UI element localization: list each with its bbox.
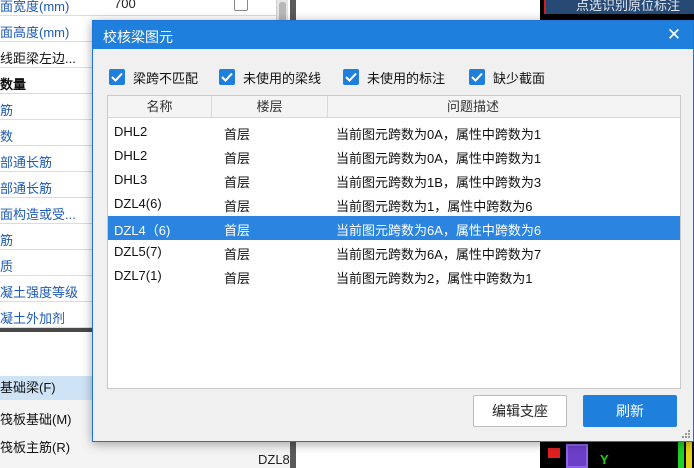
close-icon[interactable]: ✕: [663, 24, 685, 46]
property-row[interactable]: 面宽度(mm) 700: [0, 0, 285, 16]
property-name: 部通长筋: [0, 155, 53, 170]
refresh-button[interactable]: 刷新: [583, 395, 677, 427]
cell-floor: 首层: [224, 151, 251, 166]
cell-floor: 首层: [224, 247, 251, 262]
green-element: [678, 440, 684, 468]
issue-table: 名称 楼层 问题描述 DHL2 首层 当前图元跨数为0A，属性中跨数为1 DHL…: [107, 95, 681, 389]
cell-name: DZL7(1): [114, 268, 162, 283]
cell-name: DZL4（6): [114, 223, 171, 238]
cell-description: 当前图元跨数为0A，属性中跨数为1: [336, 151, 542, 166]
property-name: 线距梁左边...: [0, 51, 76, 66]
column-header-name[interactable]: 名称: [108, 96, 212, 118]
cell-description: 当前图元跨数为1B，属性中跨数为3: [336, 175, 542, 190]
table-row-selected[interactable]: DZL4（6) 首层 当前图元跨数为6A，属性中跨数为6: [108, 216, 680, 240]
property-name: 数量: [0, 77, 27, 92]
red-marker: [548, 448, 560, 458]
cell-name: DHL3: [114, 172, 148, 187]
property-name: 质: [0, 259, 14, 274]
resize-grip-icon[interactable]: [681, 429, 691, 439]
cell-floor: 首层: [224, 175, 251, 190]
column-header-description[interactable]: 问题描述: [328, 96, 618, 118]
property-name: 面构造或受...: [0, 207, 76, 222]
cell-description: 当前图元跨数为6A，属性中跨数为6: [336, 223, 542, 238]
property-name: 筋: [0, 103, 14, 118]
property-name: 凝土外加剂: [0, 311, 66, 326]
property-name: 数: [0, 129, 14, 144]
table-row[interactable]: DZL5(7) 首层 当前图元跨数为6A，属性中跨数为7: [108, 240, 680, 264]
filter-label: 未使用的梁线: [243, 71, 322, 86]
dialog-titlebar[interactable]: 校核梁图元 ✕: [93, 21, 693, 49]
edit-support-button[interactable]: 编辑支座: [473, 395, 567, 427]
filter-label: 梁跨不匹配: [133, 71, 199, 86]
cell-name: DZL5(7): [114, 244, 162, 259]
table-row[interactable]: DHL2 首层 当前图元跨数为0A，属性中跨数为1: [108, 120, 680, 144]
property-name: 筋: [0, 233, 14, 248]
tree-item-label[interactable]: DZL8: [258, 452, 290, 467]
filter-label: 未使用的标注: [367, 71, 446, 86]
cell-floor: 首层: [224, 271, 251, 286]
canvas-hint-banner: 点选识别原位标注: [544, 0, 694, 14]
cell-name: DZL4(6): [114, 196, 162, 211]
yellow-element: [686, 440, 692, 468]
property-name: 面高度(mm): [0, 25, 70, 40]
cell-description: 当前图元跨数为2，属性中跨数为1: [336, 271, 533, 286]
table-header: 名称 楼层 问题描述: [108, 96, 680, 118]
filter-label: 缺少截面: [493, 71, 546, 86]
table-row[interactable]: DHL2 首层 当前图元跨数为0A，属性中跨数为1: [108, 144, 680, 168]
property-checkbox[interactable]: [234, 0, 248, 11]
table-row[interactable]: DZL4(6) 首层 当前图元跨数为1，属性中跨数为6: [108, 192, 680, 216]
table-row[interactable]: DHL3 首层 当前图元跨数为1B，属性中跨数为3: [108, 168, 680, 192]
property-name: 凝土强度等级: [0, 285, 79, 300]
checkbox-checked-icon[interactable]: [469, 69, 485, 85]
property-name: 面宽度(mm): [0, 0, 70, 14]
cell-name: DHL2: [114, 124, 148, 139]
cell-floor: 首层: [224, 127, 251, 142]
check-beam-dialog: 校核梁图元 ✕ 梁跨不匹配 未使用的梁线 未使用的标注 缺少截面 名称 楼层 问…: [92, 20, 694, 442]
checkbox-checked-icon[interactable]: [343, 69, 359, 85]
cell-description: 当前图元跨数为0A，属性中跨数为1: [336, 127, 542, 142]
cell-name: DHL2: [114, 148, 148, 163]
property-name: 部通长筋: [0, 181, 53, 196]
cell-floor: 首层: [224, 223, 251, 238]
cell-description: 当前图元跨数为1，属性中跨数为6: [336, 199, 533, 214]
checkbox-checked-icon[interactable]: [109, 69, 125, 85]
cell-description: 当前图元跨数为6A，属性中跨数为7: [336, 247, 542, 262]
checkbox-checked-icon[interactable]: [219, 69, 235, 85]
y-axis-label: Y: [600, 452, 609, 467]
table-row[interactable]: DZL7(1) 首层 当前图元跨数为2，属性中跨数为1: [108, 264, 680, 288]
dialog-title: 校核梁图元: [103, 29, 173, 45]
purple-element[interactable]: [566, 444, 588, 468]
column-header-floor[interactable]: 楼层: [212, 96, 328, 118]
property-value[interactable]: 700: [114, 0, 136, 11]
cell-floor: 首层: [224, 199, 251, 214]
